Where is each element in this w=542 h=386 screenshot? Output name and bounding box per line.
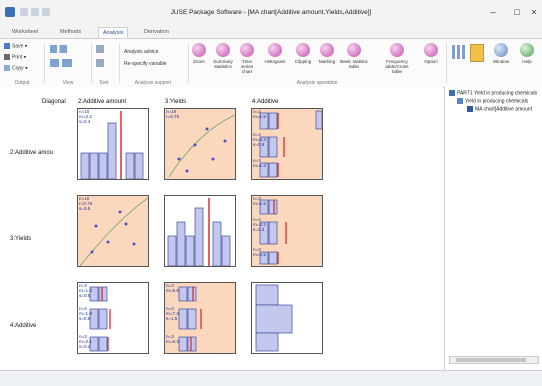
matrix-cell-2-2[interactable] [164, 195, 236, 267]
group-analysis-operation: Analysis operation [296, 80, 338, 86]
column-header-yields: 3:Yields [165, 99, 187, 105]
column-header-additive: 4:Additive [252, 99, 279, 105]
frequency-table-button[interactable]: Frequency table/Cross table [380, 43, 414, 74]
pen-tool-icon[interactable] [470, 44, 484, 64]
folder-icon [449, 90, 455, 96]
tab-derivation[interactable]: Derivation [140, 27, 173, 38]
cell-stat: n=10 m=2.2 s=0.4 [79, 109, 92, 124]
clipping-icon [296, 43, 310, 57]
ribbon: Save ▾ Print ▾ Copy ▾ Output View Sort A… [0, 38, 542, 88]
close-button[interactable]: × [528, 6, 540, 18]
maximize-button[interactable]: □ [511, 6, 523, 18]
copy-icon [4, 65, 10, 71]
matrix-cell-3-3[interactable] [251, 282, 323, 354]
view-layout-icons[interactable] [50, 59, 72, 69]
cell-stat: n=4 m=2.3 s=0.9 [253, 132, 266, 147]
zoom-icon [192, 43, 206, 57]
minimize-button[interactable]: – [487, 6, 499, 18]
print-icon [4, 54, 10, 60]
cell-stat: n=3 m=1.3 s=0.5 [79, 283, 92, 298]
group-output: Output [14, 80, 30, 86]
sort-descending-icon[interactable] [96, 59, 104, 69]
matrix-cell-2-3[interactable]: n=3 m=1.5 n=4 m=2.2 s=3.3 n=3 m=2.5 [251, 195, 323, 267]
ribbon-tabs: Worksheet Methods Analysis Derivation [0, 26, 542, 39]
scrollbar-thumb[interactable] [456, 358, 526, 362]
tree-item-ma-chart[interactable]: MA chart[Additive amount [467, 106, 532, 112]
print-button[interactable]: Print ▾ [4, 54, 26, 60]
tree-item-sheet[interactable]: Yield in producing chemicals [457, 98, 528, 104]
matrix-cell-1-1[interactable]: n=10 m=2.2 s=0.4 [77, 108, 149, 180]
cell-stat: n=3 m=6.3 [166, 334, 179, 344]
group-analysis-support: Analysis support [134, 80, 172, 86]
help-button[interactable]: Help [516, 43, 538, 64]
layout-grid-icon[interactable] [452, 45, 466, 61]
tree-horizontal-scrollbar[interactable] [449, 356, 539, 364]
cell-stat: n=19 r=0.76 [166, 109, 180, 119]
basic-statistic-table-button[interactable]: Basic statistic table [340, 43, 368, 69]
tab-methods[interactable]: Methods [56, 27, 85, 38]
cell-stat: n=3 m=1.3 [253, 158, 266, 168]
time-series-icon [240, 43, 254, 57]
option-button[interactable]: Option [420, 43, 442, 64]
analysis-advice-button[interactable]: Analysis advice [124, 49, 158, 55]
histogram-icon [268, 43, 282, 57]
histogram-button[interactable]: Histogram [264, 43, 286, 64]
status-bar [0, 370, 542, 386]
basic-statistic-icon [347, 43, 361, 57]
matrix-cell-1-2[interactable]: n=19 r=0.76 [164, 108, 236, 180]
row-header-yields: 3:Yields [10, 236, 32, 242]
option-icon [424, 43, 438, 57]
matrix-cell-3-2[interactable]: n=3 m=6.5 n=4 m=7.2 s=1.5 n=3 m=6.3 [164, 282, 236, 354]
project-tree-panel: PART1 Yield in producing chemicals Yield… [444, 87, 542, 370]
cell-stat: n=4 m=7.2 s=1.5 [166, 306, 179, 321]
summary-statistics-button[interactable]: Summary statistics [212, 43, 234, 69]
help-icon [520, 43, 534, 57]
summary-statistics-icon [216, 43, 230, 57]
cell-stat: n=3 m=6.5 [166, 283, 179, 293]
column-header-additive-amount: 2:Additive amount [78, 99, 127, 105]
zoom-button[interactable]: Zoom [188, 43, 210, 64]
row-header-additive-amount: 2:Additive amou [10, 150, 54, 156]
time-series-chart-button[interactable]: Time series chart [236, 43, 258, 74]
re-specify-variable-button[interactable]: Re-specify variable [124, 61, 167, 67]
title-bar: JUSE Package Software - [MA chart[Additi… [0, 0, 542, 27]
cell-stat: n=3 m=2.5 [253, 247, 266, 257]
sort-ascending-icon[interactable] [96, 45, 104, 55]
tree-item-root[interactable]: PART1 Yield in producing chemicals [449, 90, 537, 96]
group-sort: Sort [99, 80, 109, 86]
frequency-table-icon [390, 43, 404, 57]
sheet-icon [457, 98, 463, 104]
matrix-cell-2-1[interactable]: n=10 r=0.76 s=0.5 [77, 195, 149, 267]
save-icon [4, 43, 10, 49]
tab-worksheet[interactable]: Worksheet [8, 27, 42, 38]
marking-button[interactable]: Marking [316, 43, 338, 64]
matrix-cell-1-3[interactable]: n=3 m=1.5 n=4 m=2.3 s=0.9 n=3 m=1.3 [251, 108, 323, 180]
cell-stat: n=3 m=1.5 [253, 109, 266, 119]
diagonal-label: Diagonal [42, 99, 66, 105]
row-header-additive: 4:Additive [10, 323, 37, 329]
clipping-button[interactable]: Clipping [292, 43, 314, 64]
save-button[interactable]: Save ▾ [4, 43, 27, 49]
matrix-cell-3-1[interactable]: n=3 m=1.3 s=0.5 n=4 m=1.8 s=0.9 n=3 m=2.… [77, 282, 149, 354]
copy-button[interactable]: Copy ▾ [4, 65, 28, 71]
cell-stat: n=3 m=1.5 [253, 196, 266, 206]
window-title: JUSE Package Software - [MA chart[Additi… [170, 9, 372, 16]
chart-icon [467, 106, 473, 112]
view-zoom-icons[interactable] [50, 45, 74, 55]
window-icon [494, 43, 508, 57]
window-button[interactable]: Window [490, 43, 512, 64]
cell-stat: n=4 m=2.2 s=3.3 [253, 217, 266, 232]
group-view: View [62, 80, 74, 86]
cell-stat: n=3 m=2.1 s=0.3 [79, 334, 92, 349]
marking-icon [320, 43, 334, 57]
cell-stat: n=4 m=1.8 s=0.9 [79, 306, 92, 321]
cell-stat: n=10 r=0.76 s=0.5 [79, 196, 93, 211]
